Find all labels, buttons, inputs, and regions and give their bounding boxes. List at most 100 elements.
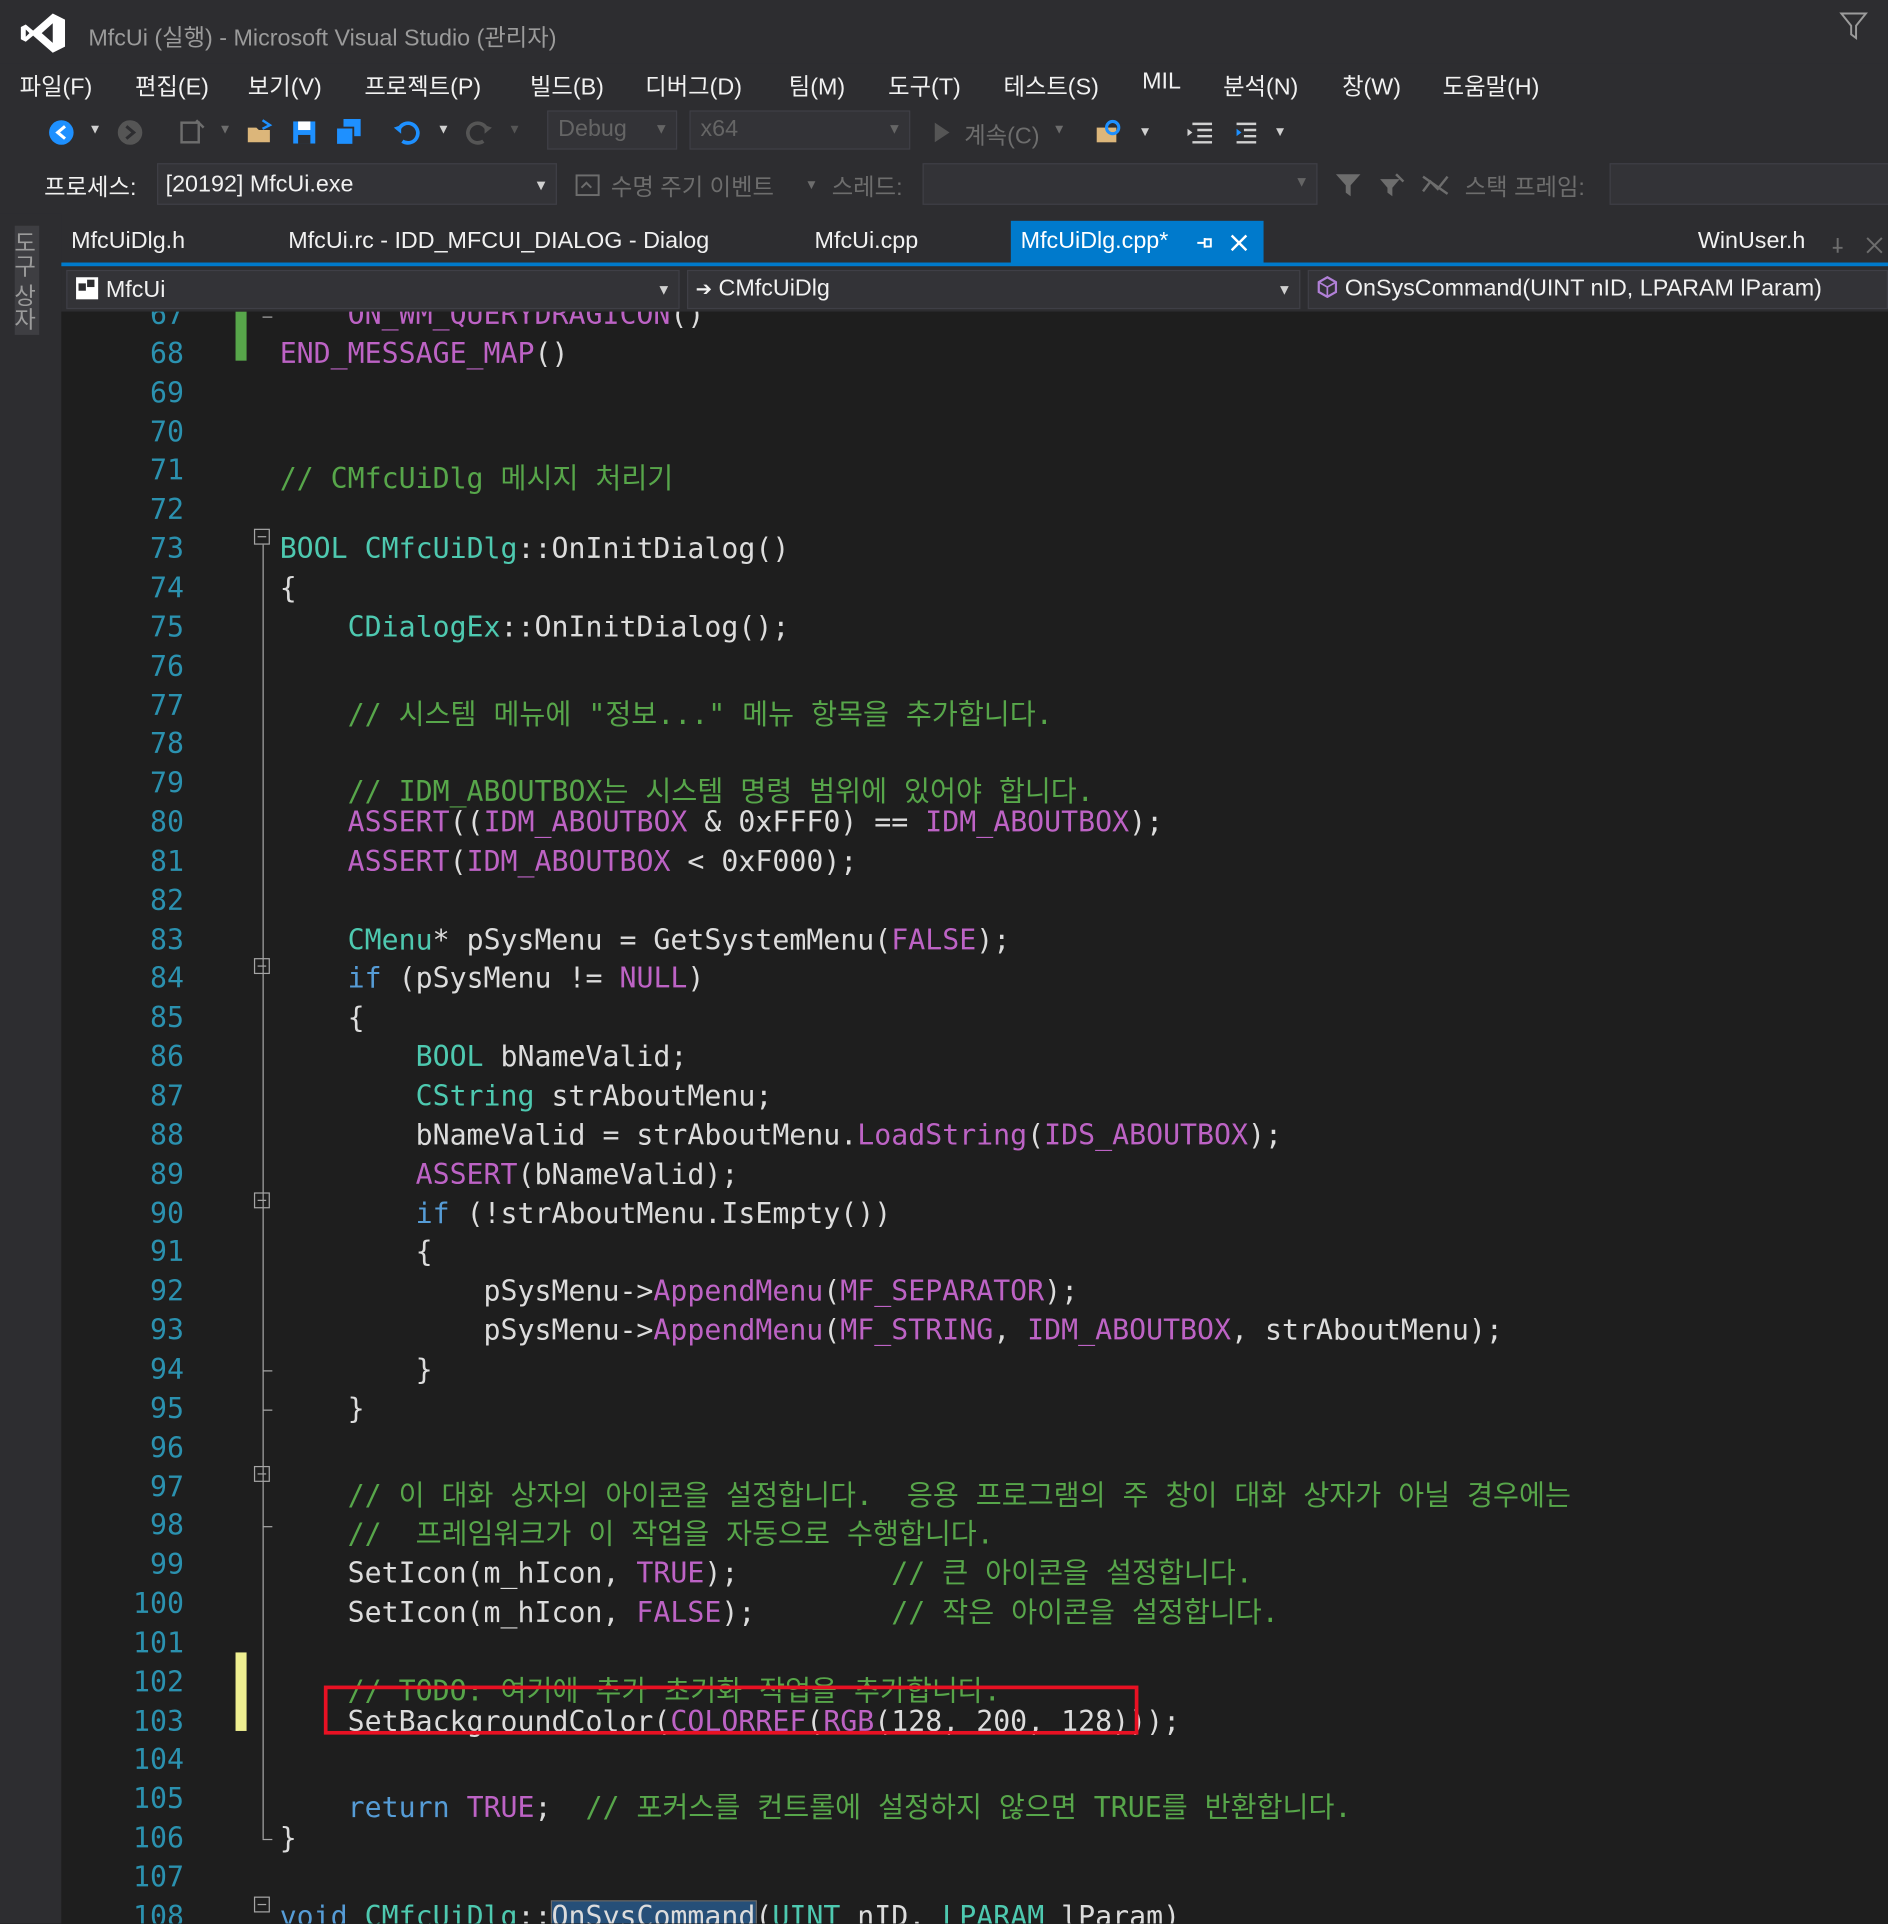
undo-dropdown-arrow-icon[interactable]: ▼ xyxy=(437,123,450,138)
code-line[interactable]: } xyxy=(280,1823,297,1855)
code-line[interactable]: ON_WM_QUERYDRAGICON() xyxy=(280,312,705,332)
code-line[interactable]: // IDM_ABOUTBOX는 시스템 명령 범위에 있어야 합니다. xyxy=(280,768,1094,810)
line-number: 72 xyxy=(150,494,185,527)
project-combo[interactable]: MfcUi ▼ xyxy=(66,269,680,310)
code-line[interactable]: END_MESSAGE_MAP() xyxy=(280,338,569,370)
open-file-icon[interactable] xyxy=(245,118,274,147)
process-combo[interactable]: [20192] MfcUi.exe ▼ xyxy=(157,163,557,205)
menu-window[interactable]: 창(W) xyxy=(1342,69,1401,102)
menu-mil[interactable]: MIL xyxy=(1142,69,1181,96)
code-line[interactable]: BOOL bNameValid; xyxy=(280,1042,688,1074)
continue-button-label[interactable]: 계속(C) xyxy=(964,118,1039,151)
menu-build[interactable]: 빌드(B) xyxy=(530,69,604,102)
lifecycle-events-icon[interactable] xyxy=(574,172,601,199)
code-line[interactable]: bNameValid = strAboutMenu.LoadString(IDS… xyxy=(280,1120,1282,1152)
code-line[interactable]: pSysMenu->AppendMenu(MF_STRING, IDM_ABOU… xyxy=(280,1315,1503,1347)
code-line[interactable]: return TRUE; // 포커스를 컨트롤에 설정하지 않으면 TRUE를… xyxy=(280,1784,1352,1826)
code-line[interactable]: SetIcon(m_hIcon, FALSE); // 작은 아이콘을 설정합니… xyxy=(280,1589,1279,1631)
new-project-icon[interactable] xyxy=(177,118,206,147)
code-editor[interactable]: 67 68 69 70 71 72 73 74 75 76 77 78 79 80 81 82 83 84 85 86… xyxy=(61,311,1888,1924)
code-line[interactable]: // CMfcUiDlg 메시지 처리기 xyxy=(280,456,674,498)
menu-analyze[interactable]: 분석(N) xyxy=(1223,69,1298,102)
tab-mfcui-rc[interactable]: MfcUi.rc - IDD_MFCUI_DIALOG - Dialog xyxy=(288,228,709,255)
menu-project[interactable]: 프로젝트(P) xyxy=(364,69,481,102)
code-line[interactable]: } xyxy=(280,1393,365,1425)
member-combo[interactable]: OnSysCommand(UINT nID, LPARAM lParam) xyxy=(1307,269,1888,310)
new-dropdown-arrow-icon[interactable]: ▼ xyxy=(218,123,231,138)
code-line[interactable]: // 시스템 메뉴에 "정보..." 메뉴 항목을 추가합니다. xyxy=(280,690,1053,732)
menu-tools[interactable]: 도구(T) xyxy=(888,69,961,102)
code-line[interactable]: CDialogEx::OnInitDialog(); xyxy=(280,612,790,644)
menu-test[interactable]: 테스트(S) xyxy=(1003,69,1098,102)
fold-toggle-icon[interactable] xyxy=(253,1192,270,1209)
code-line[interactable]: // 프레임워크가 이 작업을 자동으로 수행합니다. xyxy=(280,1511,994,1553)
toggle-parallel-icon[interactable] xyxy=(1421,172,1453,199)
code-line[interactable]: SetIcon(m_hIcon, TRUE); // 큰 아이콘을 설정합니다. xyxy=(280,1550,1253,1592)
menu-debug[interactable]: 디버그(D) xyxy=(645,69,742,102)
menu-help[interactable]: 도움말(H) xyxy=(1443,69,1540,102)
tab-mfcuidlg-cpp[interactable]: MfcUiDlg.cpp* xyxy=(1010,220,1264,265)
menu-file[interactable]: 파일(F) xyxy=(20,69,93,102)
outdent-icon[interactable] xyxy=(1185,118,1214,147)
class-combo[interactable]: ➔ CMfcUiDlg ▼ xyxy=(686,269,1301,310)
fold-toggle-icon[interactable] xyxy=(253,958,270,975)
code-line[interactable]: BOOL CMfcUiDlg::OnInitDialog() xyxy=(280,534,790,566)
stack-frame-combo[interactable] xyxy=(1609,163,1888,205)
feedback-filter-icon[interactable] xyxy=(1839,10,1868,42)
find-dropdown-arrow-icon[interactable]: ▼ xyxy=(1138,125,1151,140)
fold-guide-end xyxy=(262,316,273,318)
tab-mfcuidlg-h[interactable]: MfcUiDlg.h xyxy=(71,228,185,255)
find-in-files-icon[interactable] xyxy=(1094,118,1123,147)
solution-configuration-combo[interactable]: Debug ▼ xyxy=(547,110,678,150)
code-line[interactable]: CString strAboutMenu; xyxy=(280,1081,773,1113)
code-line[interactable]: void CMfcUiDlg::OnSysCommand(UINT nID, L… xyxy=(280,1900,1180,1924)
toolbar-overflow-icon[interactable]: ▼ xyxy=(1273,125,1286,140)
code-line[interactable]: if (!strAboutMenu.IsEmpty()) xyxy=(280,1198,892,1230)
fold-toggle-icon[interactable] xyxy=(253,1896,270,1913)
pin-icon[interactable] xyxy=(1828,236,1848,256)
lifecycle-dropdown-arrow-icon[interactable]: ▼ xyxy=(805,178,818,193)
pin-icon[interactable] xyxy=(1195,233,1215,253)
close-icon[interactable] xyxy=(1865,236,1885,256)
menu-edit[interactable]: 편집(E) xyxy=(135,69,209,102)
tab-winuser-h[interactable]: WinUser.h xyxy=(1698,228,1806,255)
filter-threads-icon[interactable] xyxy=(1335,172,1362,199)
code-line[interactable]: pSysMenu->AppendMenu(MF_SEPARATOR); xyxy=(280,1276,1079,1308)
solution-platform-value: x64 xyxy=(700,116,739,143)
code-line[interactable]: { xyxy=(280,1237,433,1269)
save-icon[interactable] xyxy=(290,118,319,147)
undo-icon[interactable] xyxy=(393,118,422,147)
menu-view[interactable]: 보기(V) xyxy=(248,69,322,102)
code-line[interactable]: { xyxy=(280,573,297,605)
indent-icon[interactable] xyxy=(1229,118,1258,147)
code-line[interactable]: { xyxy=(280,1003,365,1035)
redo-icon[interactable] xyxy=(464,118,493,147)
code-line[interactable]: ASSERT((IDM_ABOUTBOX & 0xFFF0) == IDM_AB… xyxy=(280,807,1163,839)
line-number: 100 xyxy=(133,1588,185,1621)
continue-dropdown-arrow-icon[interactable]: ▼ xyxy=(1053,123,1066,138)
code-line[interactable]: CMenu* pSysMenu = GetSystemMenu(FALSE); xyxy=(280,924,1011,956)
line-number: 82 xyxy=(150,885,185,918)
menu-team[interactable]: 팀(M) xyxy=(789,69,845,102)
back-dropdown-arrow-icon[interactable]: ▼ xyxy=(88,123,101,138)
save-all-icon[interactable] xyxy=(334,118,363,147)
code-line[interactable]: // 이 대화 상자의 아이콘을 설정합니다. 응용 프로그램의 주 창이 대화… xyxy=(280,1471,1571,1513)
thread-combo[interactable]: ▼ xyxy=(922,163,1318,205)
solution-platform-combo[interactable]: x64 ▼ xyxy=(689,110,911,150)
lifecycle-events-label[interactable]: 수명 주기 이벤트 xyxy=(611,169,774,202)
navigate-forward-icon[interactable] xyxy=(115,118,144,147)
redo-dropdown-arrow-icon[interactable]: ▼ xyxy=(508,123,521,138)
line-number: 80 xyxy=(150,807,185,840)
continue-play-icon[interactable] xyxy=(927,118,956,147)
close-icon[interactable] xyxy=(1229,233,1249,253)
code-line[interactable]: if (pSysMenu != NULL) xyxy=(280,964,705,996)
code-line[interactable]: } xyxy=(280,1354,433,1386)
code-line[interactable]: ASSERT(IDM_ABOUTBOX < 0xF000); xyxy=(280,846,858,878)
tab-mfcui-cpp[interactable]: MfcUi.cpp xyxy=(815,228,919,255)
fold-toggle-icon[interactable] xyxy=(253,1465,270,1482)
code-line[interactable]: ASSERT(bNameValid); xyxy=(280,1159,739,1191)
navigate-back-icon[interactable] xyxy=(47,118,76,147)
flag-threads-icon[interactable] xyxy=(1379,172,1406,199)
fold-toggle-icon[interactable] xyxy=(253,528,270,545)
toolbox-tab[interactable]: 도구 상자 xyxy=(10,225,40,336)
